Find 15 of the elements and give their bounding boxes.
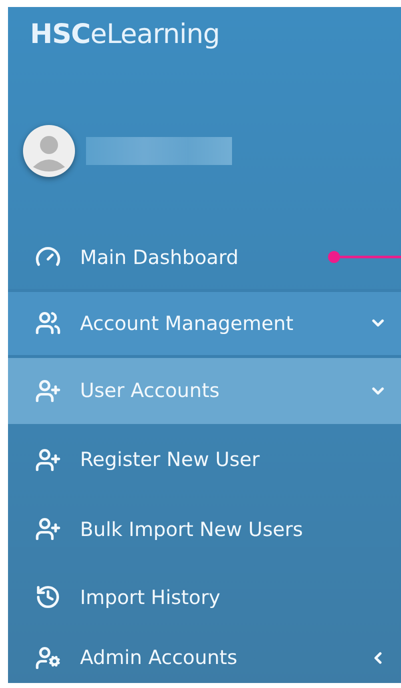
avatar-icon (22, 124, 76, 178)
menu-item[interactable]: Account Management (8, 289, 401, 355)
users-icon (35, 310, 61, 336)
user-plus-icon (35, 516, 61, 542)
user-gear-icon (35, 644, 61, 671)
user-plus-icon (35, 446, 61, 473)
user-plus-icon (35, 378, 61, 404)
menu-item[interactable]: Admin Accounts (8, 629, 401, 684)
menu-item[interactable]: User Accounts (8, 354, 401, 424)
history-icon (35, 584, 61, 610)
menu-item[interactable]: Register New User (8, 424, 401, 493)
menu-item[interactable]: Main Dashboard (8, 222, 401, 290)
menu-item[interactable]: Import History (8, 562, 401, 630)
menu-item[interactable]: Bulk Import New Users (8, 492, 401, 562)
brand-logo[interactable]: HSCeLearning (30, 19, 401, 50)
